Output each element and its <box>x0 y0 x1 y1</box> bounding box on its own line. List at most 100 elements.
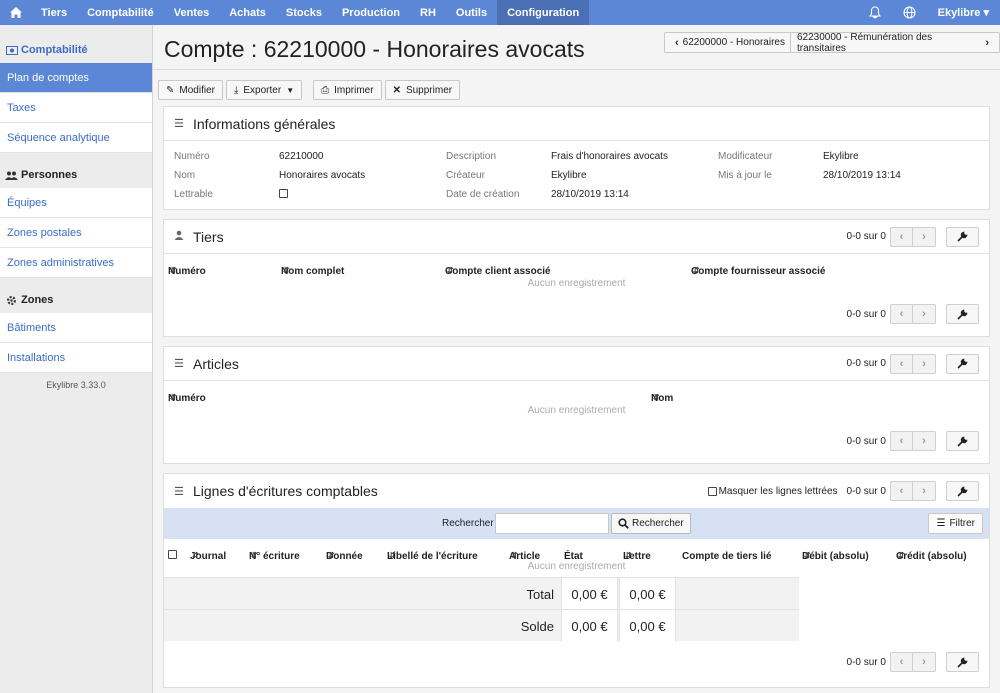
divider <box>153 69 1000 70</box>
total-credit: 0,00 € <box>619 578 676 610</box>
hide-lettered-checkbox[interactable]: Masquer les lignes lettrées <box>707 486 838 497</box>
download-icon: ⤓ <box>233 84 239 96</box>
home-icon[interactable] <box>0 0 31 25</box>
close-icon: ✕ <box>392 84 401 96</box>
nav-rh[interactable]: RH <box>410 0 446 25</box>
nav-tiers[interactable]: Tiers <box>31 0 77 25</box>
globe-icon[interactable] <box>892 0 927 25</box>
tiers-panel: Tiers 0-0 sur 0 ‹ › Numéro ⇵ Nom complet ⇵… <box>163 219 990 337</box>
field-label: Lettrable <box>174 189 213 200</box>
pagination-bottom: 0-0 sur 0 ‹ › <box>847 304 979 324</box>
nav-ventes[interactable]: Ventes <box>164 0 219 25</box>
modify-button[interactable]: ✎ Modifier <box>158 80 223 100</box>
table-header: Numéro ⇵ Nom complet ⇵ Compte client assoc… <box>168 266 826 277</box>
chevron-right-icon[interactable]: › <box>913 431 936 451</box>
sidebar-section-comptabilite: Comptabilité <box>0 37 152 63</box>
search-input[interactable] <box>495 513 609 534</box>
wrench-icon[interactable] <box>946 431 979 451</box>
caret-down-icon: ▼ <box>286 85 295 95</box>
field-label: Description <box>446 151 497 162</box>
previous-account-button[interactable]: ‹ 62200000 - Honoraires <box>664 32 792 53</box>
field-label: Mis à jour le <box>718 170 772 181</box>
pagination: 0-0 sur 0 ‹ › <box>847 353 979 374</box>
wrench-icon[interactable] <box>946 481 979 501</box>
filter-icon: ☰ <box>936 518 946 529</box>
pagination: Masquer les lignes lettrées 0-0 sur 0 ‹ … <box>707 481 979 501</box>
page-title: Compte : 62210000 - Honoraires avocats <box>164 36 585 62</box>
wrench-icon[interactable] <box>946 353 979 374</box>
totals-block: Total 0,00 € 0,00 € Solde 0,00 € 0,00 € <box>164 577 989 642</box>
print-button[interactable]: ⎙ Imprimer <box>313 80 382 100</box>
users-icon <box>5 171 18 180</box>
app-version: Ekylibre 3.33.0 <box>46 380 106 390</box>
next-account-button[interactable]: 62230000 - Rémunération des transitaires… <box>790 32 1000 54</box>
export-button[interactable]: ⤓ Exporter ▼ <box>225 80 303 100</box>
list-icon: ☰ <box>174 358 184 370</box>
field-label: Date de création <box>446 189 520 200</box>
chevron-right-icon[interactable]: › <box>913 226 936 247</box>
sidebar-item-plan-de-comptes[interactable]: Plan de comptes <box>0 63 152 93</box>
wrench-icon[interactable] <box>946 652 979 672</box>
sidebar-section-zones: Zones <box>0 287 152 313</box>
total-row: Total 0,00 € 0,00 € <box>164 577 799 610</box>
sidebar-item-taxes[interactable]: Taxes <box>0 93 152 123</box>
list-icon: ☰ <box>174 485 184 498</box>
total-debit: 0,00 € <box>561 578 618 610</box>
chevron-left-icon[interactable]: ‹ <box>890 431 913 451</box>
chevron-left-icon[interactable]: ‹ <box>890 304 913 324</box>
field-value: 28/10/2019 13:14 <box>551 189 629 200</box>
lettrable-checkbox <box>279 189 288 201</box>
field-value: Ekylibre <box>823 151 859 162</box>
sidebar-item-batiments[interactable]: Bâtiments <box>0 313 152 343</box>
pencil-icon: ✎ <box>166 84 175 96</box>
sidebar-item-zones-administratives[interactable]: Zones administratives <box>0 248 152 278</box>
top-navbar: Tiers Comptabilité Ventes Achats Stocks … <box>0 0 1000 25</box>
gear-icon <box>5 295 18 306</box>
field-label: Modificateur <box>718 151 773 162</box>
field-value: 62210000 <box>279 151 324 162</box>
chevron-right-icon[interactable]: › <box>913 652 936 672</box>
bell-icon[interactable] <box>858 0 892 25</box>
nav-stocks[interactable]: Stocks <box>276 0 332 25</box>
pagination-bottom: 0-0 sur 0 ‹ › <box>847 431 979 451</box>
sidebar-item-sequence-analytique[interactable]: Séquence analytique <box>0 123 152 153</box>
field-label: Créateur <box>446 170 485 181</box>
search-icon <box>618 518 629 529</box>
wrench-icon[interactable] <box>946 304 979 324</box>
field-value: Honoraires avocats <box>279 170 366 181</box>
user-menu[interactable]: Ekylibre ▾ <box>927 0 1000 25</box>
solde-credit: 0,00 € <box>619 610 676 642</box>
nav-configuration[interactable]: Configuration <box>497 0 590 25</box>
chevron-left-icon[interactable]: ‹ <box>890 481 913 501</box>
chevron-left-icon[interactable]: ‹ <box>890 652 913 672</box>
chevron-right-icon[interactable]: › <box>913 481 936 501</box>
table-header: Numéro ⇵ Nom ⇵ <box>168 393 674 404</box>
wrench-icon[interactable] <box>946 226 979 247</box>
pagination: 0-0 sur 0 ‹ › <box>847 226 979 247</box>
chevron-right-icon: › <box>985 36 989 49</box>
sidebar-item-zones-postales[interactable]: Zones postales <box>0 218 152 248</box>
chevron-left-icon[interactable]: ‹ <box>890 226 913 247</box>
sidebar-item-equipes[interactable]: Équipes <box>0 188 152 218</box>
sidebar-section-personnes: Personnes <box>0 162 152 188</box>
nav-outils[interactable]: Outils <box>446 0 497 25</box>
chevron-right-icon[interactable]: › <box>913 353 936 374</box>
solde-row: Solde 0,00 € 0,00 € <box>164 609 799 642</box>
chevron-right-icon[interactable]: › <box>913 304 936 324</box>
panel-header: Tiers 0-0 sur 0 ‹ › <box>164 220 989 254</box>
entry-lines-panel: ☰ Lignes d'écritures comptables Masquer … <box>163 473 990 688</box>
search-bar: Rechercher Rechercher ☰ Filtrer <box>164 508 989 539</box>
user-icon <box>174 230 186 243</box>
chevron-left-icon[interactable]: ‹ <box>890 353 913 374</box>
field-value: 28/10/2019 13:14 <box>823 170 901 181</box>
nav-achats[interactable]: Achats <box>219 0 276 25</box>
nav-comptabilite[interactable]: Comptabilité <box>77 0 164 25</box>
field-label: Numéro <box>174 151 210 162</box>
search-button[interactable]: Rechercher <box>611 513 691 534</box>
sidebar-item-installations[interactable]: Installations <box>0 343 152 373</box>
delete-button[interactable]: ✕ Supprimer <box>384 80 461 100</box>
pagination-bottom: 0-0 sur 0 ‹ › <box>847 652 979 672</box>
filter-button[interactable]: ☰ Filtrer <box>928 513 983 534</box>
general-info-panel: ☰ Informations générales Numéro 62210000… <box>163 106 990 210</box>
nav-production[interactable]: Production <box>332 0 410 25</box>
